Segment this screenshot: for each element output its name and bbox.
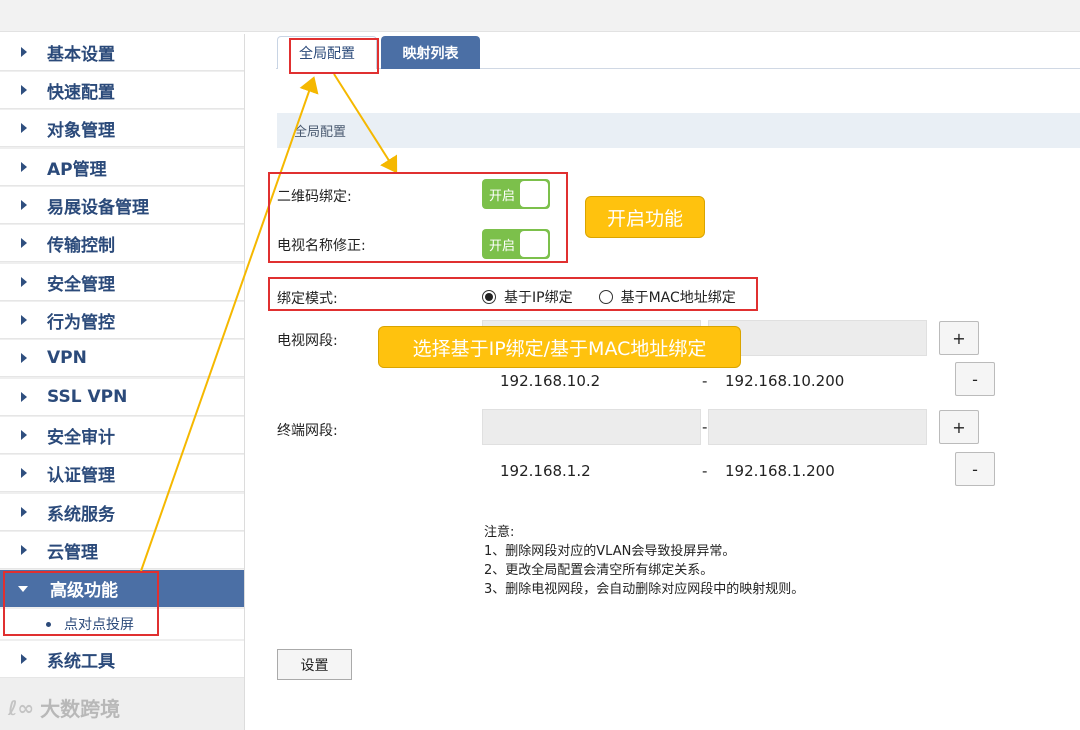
callout-binding-mode: 选择基于IP绑定/基于MAC地址绑定: [378, 326, 741, 368]
watermark: ℓ∞ 大数跨境: [8, 693, 120, 722]
brand-logo-icon: ℓ∞: [8, 695, 35, 720]
callout-enable-feature: 开启功能: [585, 196, 705, 238]
watermark-text: 大数跨境: [40, 697, 121, 721]
highlight-box-toggles: [268, 172, 568, 263]
highlight-box-binding-mode: [268, 277, 758, 311]
annotation-arrow: [333, 73, 398, 174]
highlight-box-tab: [289, 38, 379, 74]
highlight-box-sidebar: [3, 571, 159, 636]
annotation-arrow: [140, 76, 319, 572]
